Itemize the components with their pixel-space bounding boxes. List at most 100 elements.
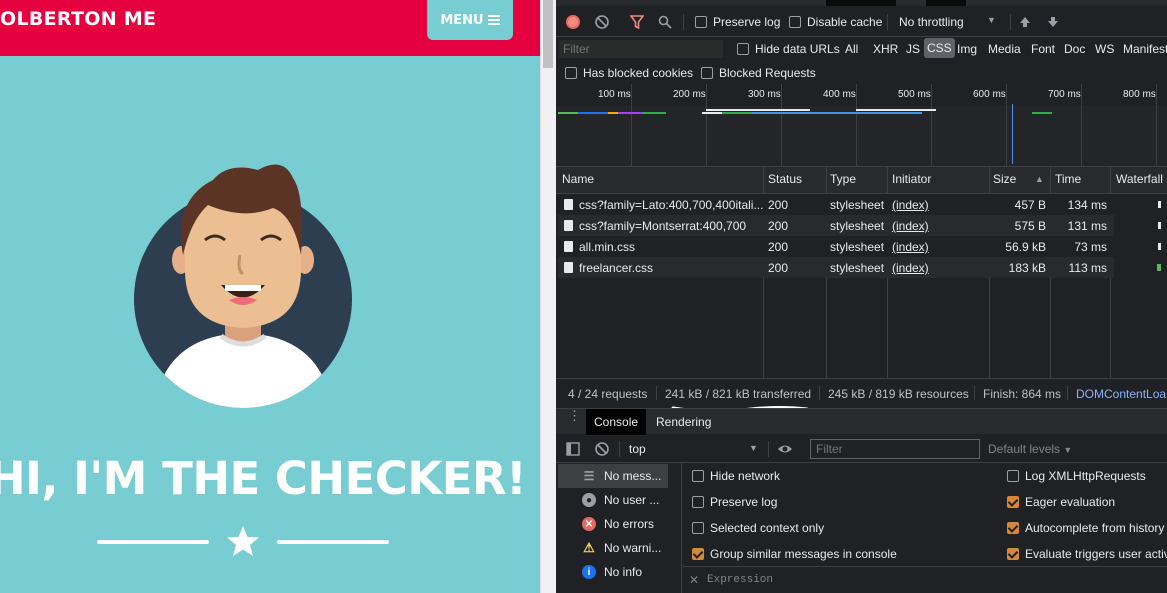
- request-type: stylesheet: [830, 219, 885, 233]
- col-header-initiator[interactable]: Initiator: [892, 172, 931, 186]
- timeline-tick: 700 ms: [1048, 89, 1081, 100]
- drawer-menu-icon[interactable]: ⋮: [568, 409, 581, 422]
- type-filter-img[interactable]: Img: [957, 42, 977, 56]
- eager-evaluation-checkbox[interactable]: Eager evaluation: [1007, 495, 1115, 509]
- close-icon[interactable]: ✕: [689, 573, 699, 587]
- request-status: 200: [768, 219, 789, 233]
- file-icon: [564, 199, 573, 210]
- request-initiator[interactable]: (index): [892, 240, 929, 254]
- type-filter-font[interactable]: Font: [1031, 42, 1055, 56]
- default-levels-select[interactable]: Default levels ▼: [988, 442, 1072, 456]
- record-icon[interactable]: [566, 15, 580, 29]
- col-header-waterfall[interactable]: Waterfall: [1116, 172, 1163, 186]
- selected-context-checkbox[interactable]: Selected context only: [692, 521, 824, 535]
- tab-console[interactable]: Console: [586, 409, 647, 435]
- hide-data-urls-checkbox[interactable]: Hide data URLs: [737, 42, 840, 56]
- disable-cache-checkbox[interactable]: Disable cache: [789, 15, 882, 29]
- sort-ascending-icon: ▲: [1035, 174, 1044, 184]
- timeline-tick: 500 ms: [898, 89, 931, 100]
- tab-rendering[interactable]: Rendering: [656, 415, 711, 429]
- devtools-tabstrip-edge: [556, 0, 1167, 6]
- has-blocked-cookies-checkbox[interactable]: Has blocked cookies: [565, 66, 693, 80]
- hero-heading: HI, I'M THE CHECKER!: [0, 452, 527, 505]
- type-filter-all[interactable]: All: [845, 42, 858, 56]
- sidebar-item-user-messages[interactable]: ● No user ...: [558, 488, 668, 512]
- sidebar-item-info[interactable]: i No info: [558, 560, 668, 584]
- request-size: 183 kB: [1008, 261, 1046, 275]
- request-size: 56.9 kB: [1005, 240, 1046, 254]
- table-row[interactable]: css?family=Lato:400,700,400itali... 200 …: [558, 194, 1161, 215]
- request-initiator[interactable]: (index): [892, 198, 929, 212]
- autocomplete-history-checkbox[interactable]: Autocomplete from history: [1007, 521, 1164, 535]
- log-xhr-checkbox[interactable]: Log XMLHttpRequests: [1007, 469, 1146, 483]
- col-header-status[interactable]: Status: [768, 172, 802, 186]
- timeline-tick: 800 ms: [1123, 89, 1156, 100]
- type-filter-xhr[interactable]: XHR: [873, 42, 898, 56]
- network-filter-input[interactable]: [559, 40, 723, 58]
- page-scrollbar[interactable]: [540, 0, 556, 593]
- table-row[interactable]: freelancer.css 200 stylesheet (index) 18…: [558, 257, 1161, 278]
- col-header-name[interactable]: Name: [562, 172, 594, 186]
- download-icon[interactable]: [1046, 15, 1060, 29]
- request-name: freelancer.css: [579, 261, 654, 275]
- col-header-size[interactable]: Size: [993, 172, 1016, 186]
- scrollbar-thumb[interactable]: [543, 0, 553, 68]
- request-initiator[interactable]: (index): [892, 219, 929, 233]
- upload-icon[interactable]: [1018, 15, 1032, 29]
- expression-input[interactable]: Expression: [707, 574, 773, 586]
- request-time: 134 ms: [1067, 198, 1107, 212]
- eye-icon[interactable]: [777, 442, 793, 456]
- table-row[interactable]: css?family=Montserrat:400,700 200 styles…: [558, 215, 1161, 236]
- clear-console-icon[interactable]: [595, 442, 609, 456]
- request-name: css?family=Montserrat:400,700: [579, 219, 747, 233]
- request-status: 200: [768, 240, 789, 254]
- type-filter-manifest[interactable]: Manifest: [1123, 42, 1167, 56]
- dropdown-arrow-icon: ▼: [1063, 445, 1073, 455]
- type-filter-ws[interactable]: WS: [1095, 42, 1114, 56]
- sidebar-item-messages[interactable]: ☰ No mess...: [558, 464, 668, 488]
- summary-requests: 4 / 24 requests: [568, 387, 648, 401]
- timeline-tick: 100 ms: [598, 89, 631, 100]
- evaluate-triggers-checkbox[interactable]: Evaluate triggers user activa: [1007, 547, 1167, 561]
- star-icon: [227, 526, 259, 556]
- request-time: 113 ms: [1068, 261, 1107, 275]
- request-size: 575 B: [1014, 219, 1046, 233]
- menu-button[interactable]: MENU: [427, 0, 513, 40]
- hide-network-checkbox[interactable]: Hide network: [692, 469, 780, 483]
- type-filter-doc[interactable]: Doc: [1064, 42, 1085, 56]
- request-type: stylesheet: [830, 240, 885, 254]
- site-brand[interactable]: OLBERTON ME: [0, 8, 156, 30]
- file-icon: [564, 220, 573, 231]
- col-header-type[interactable]: Type: [830, 172, 856, 186]
- preserve-log-checkbox[interactable]: Preserve log: [695, 15, 780, 29]
- console-expression-row[interactable]: ✕ Expression: [683, 568, 1167, 593]
- type-filter-js[interactable]: JS: [906, 42, 920, 56]
- table-row[interactable]: all.min.css 200 stylesheet (index) 56.9 …: [558, 236, 1161, 257]
- group-similar-checkbox[interactable]: Group similar messages in console: [692, 547, 897, 561]
- request-initiator[interactable]: (index): [892, 261, 929, 275]
- menu-label: MENU: [440, 12, 484, 28]
- summary-domcontentloaded: DOMContentLoa: [1076, 387, 1167, 401]
- filter-icon[interactable]: [630, 15, 644, 29]
- sidebar-toggle-icon[interactable]: [566, 442, 580, 456]
- request-type: stylesheet: [830, 261, 885, 275]
- type-filter-media[interactable]: Media: [988, 42, 1021, 56]
- clear-icon[interactable]: [595, 15, 609, 29]
- preserve-log-console-checkbox[interactable]: Preserve log: [692, 495, 777, 509]
- hamburger-icon: [487, 15, 500, 25]
- type-filter-css[interactable]: CSS: [924, 38, 955, 58]
- filter-bar: Hide data URLs All XHR JS CSS Img Media …: [556, 38, 1167, 62]
- timeline-tick: 400 ms: [823, 89, 856, 100]
- request-type: stylesheet: [830, 198, 885, 212]
- col-header-time[interactable]: Time: [1055, 172, 1081, 186]
- avatar-image: [134, 164, 352, 408]
- file-icon: [564, 241, 573, 252]
- timeline-tick: 300 ms: [748, 89, 781, 100]
- sidebar-item-warnings[interactable]: ⚠ No warni...: [558, 536, 668, 560]
- sidebar-item-errors[interactable]: ✕ No errors: [558, 512, 668, 536]
- blocked-requests-checkbox[interactable]: Blocked Requests: [701, 66, 816, 80]
- context-select[interactable]: top ▼: [629, 442, 759, 456]
- console-filter-input[interactable]: [810, 439, 980, 459]
- search-icon[interactable]: [658, 15, 672, 29]
- throttling-select[interactable]: No throttling ▼: [899, 15, 999, 29]
